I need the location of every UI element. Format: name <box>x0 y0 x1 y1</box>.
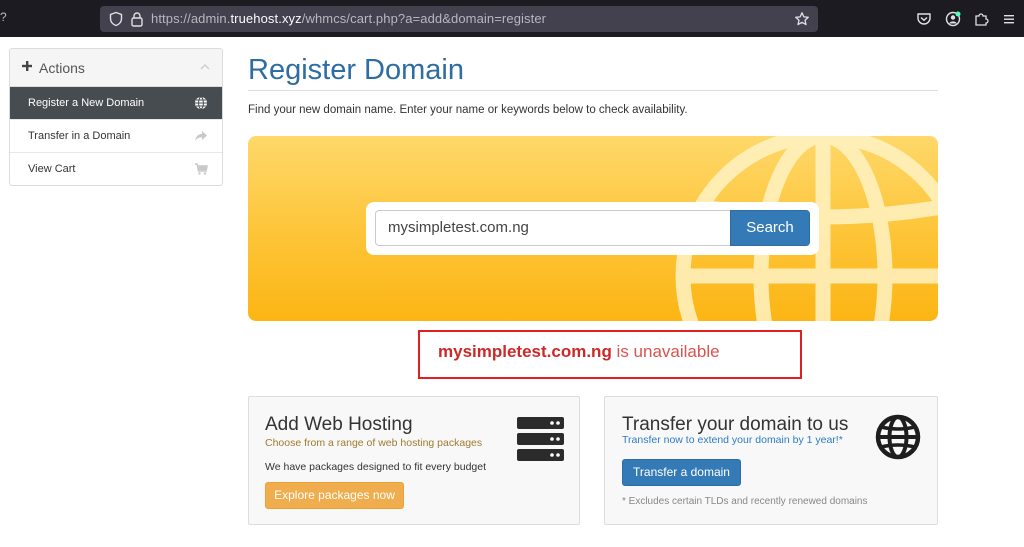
result-status: is unavailable <box>611 342 720 361</box>
hosting-card-subtitle: Choose from a range of web hosting packa… <box>265 437 483 449</box>
chevron-up-icon[interactable] <box>200 63 210 70</box>
result-domain: mysimpletest.com.ng <box>438 342 612 361</box>
plus-icon <box>22 61 32 71</box>
lock-icon[interactable] <box>130 11 144 27</box>
transfer-card-title: Transfer your domain to us <box>622 414 849 435</box>
sidebar-item-label: Register a New Domain <box>28 97 145 109</box>
server-icon <box>517 417 564 461</box>
sidebar-item-view-cart[interactable]: View Cart <box>10 153 222 185</box>
sidebar-title: Actions <box>39 60 85 76</box>
globe-icon <box>195 96 207 110</box>
explore-packages-button[interactable]: Explore packages now <box>265 482 404 509</box>
back-arrow-fragment[interactable]: ? <box>0 10 7 24</box>
domain-search-bar: mysimpletest.com.ng Search <box>366 202 819 255</box>
cart-icon <box>195 163 208 175</box>
title-divider <box>248 90 938 91</box>
globe-icon <box>875 414 921 460</box>
transfer-card-subtitle: Transfer now to extend your domain by 1 … <box>622 434 843 446</box>
sidebar-item-label: Transfer in a Domain <box>28 130 131 142</box>
sidebar-header[interactable]: Actions <box>10 49 222 87</box>
address-bar[interactable]: https://admin.truehost.xyz/whmcs/cart.ph… <box>100 6 818 32</box>
transfer-domain-card: Transfer your domain to us Transfer now … <box>604 396 938 525</box>
share-arrow-icon <box>195 131 207 141</box>
browser-toolbar: ? https://admin.truehost.xyz/whmcs/cart.… <box>0 0 1024 37</box>
url-text[interactable]: https://admin.truehost.xyz/whmcs/cart.ph… <box>151 11 546 26</box>
account-icon[interactable] <box>945 11 961 27</box>
sidebar-item-register-domain[interactable]: Register a New Domain <box>10 87 222 120</box>
pocket-icon[interactable] <box>916 11 932 27</box>
bookmark-star-icon[interactable] <box>794 11 810 27</box>
transfer-card-note: * Excludes certain TLDs and recently ren… <box>622 496 868 507</box>
domain-search-hero: mysimpletest.com.ng Search <box>248 136 938 321</box>
extensions-icon[interactable] <box>973 11 989 27</box>
add-web-hosting-card: Add Web Hosting Choose from a range of w… <box>248 396 580 525</box>
sidebar-item-transfer-domain[interactable]: Transfer in a Domain <box>10 120 222 153</box>
menu-icon[interactable] <box>1001 11 1017 27</box>
availability-result: mysimpletest.com.ng is unavailable <box>438 342 720 362</box>
transfer-domain-button[interactable]: Transfer a domain <box>622 459 741 486</box>
hosting-card-body: We have packages designed to fit every b… <box>265 461 487 473</box>
page-title: Register Domain <box>248 54 464 86</box>
domain-search-input[interactable]: mysimpletest.com.ng <box>375 210 731 246</box>
search-button[interactable]: Search <box>730 210 810 246</box>
tracking-shield-icon[interactable] <box>108 11 124 27</box>
actions-sidebar: Actions Register a New Domain Transfer i… <box>9 48 223 186</box>
sidebar-item-label: View Cart <box>28 163 76 175</box>
hosting-card-title: Add Web Hosting <box>265 414 413 435</box>
intro-text: Find your new domain name. Enter your na… <box>248 104 688 116</box>
